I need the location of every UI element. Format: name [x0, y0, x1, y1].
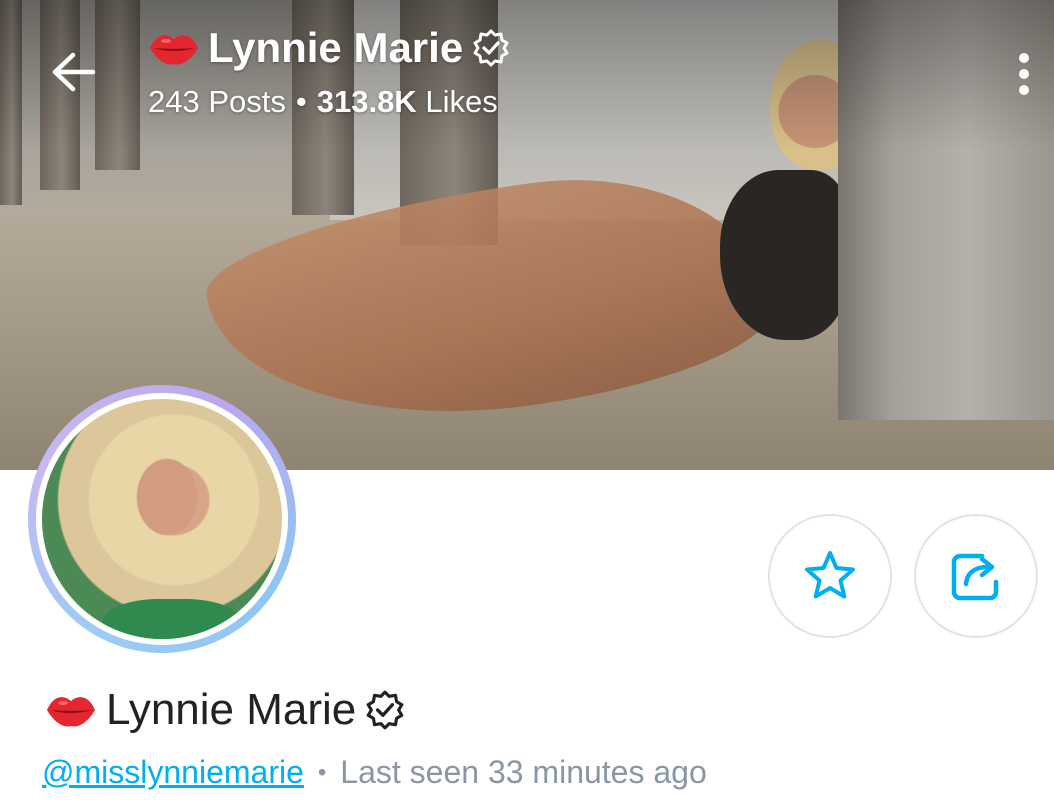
share-icon: [951, 553, 999, 601]
profile-handle-link[interactable]: @misslynniemarie: [42, 754, 304, 791]
meta-separator: •: [317, 758, 327, 786]
more-options-button[interactable]: [1004, 44, 1044, 104]
more-vertical-icon: [1019, 53, 1029, 95]
likes-label: Likes: [425, 84, 498, 119]
likes-count: 313.8K: [316, 84, 417, 119]
stats-separator: •: [295, 84, 307, 119]
lips-emoji-icon: [150, 35, 198, 65]
profile-meta: @misslynniemarie • Last seen 33 minutes …: [42, 754, 707, 791]
star-icon: [805, 551, 855, 599]
verified-badge-icon: [366, 690, 404, 730]
back-button[interactable]: [46, 46, 102, 98]
share-button[interactable]: [914, 514, 1038, 638]
avatar-top: [102, 599, 242, 639]
posts-count: 243 Posts: [148, 84, 286, 119]
profile-name-text: Lynnie Marie: [106, 685, 357, 734]
verified-badge-icon: [473, 29, 509, 67]
avatar[interactable]: [36, 393, 288, 645]
header-name-text: Lynnie Marie: [208, 24, 464, 71]
last-seen-text: Last seen 33 minutes ago: [340, 754, 707, 790]
header-title: Lynnie Marie: [148, 20, 511, 76]
avatar-face: [72, 417, 262, 617]
likes-stat: 313.8K Likes: [317, 84, 498, 120]
lips-emoji-icon: [47, 697, 95, 727]
profile-name: Lynnie Marie: [44, 682, 406, 738]
favorite-button[interactable]: [768, 514, 892, 638]
cover-figure-top: [720, 170, 850, 340]
arrow-left-icon: [52, 52, 96, 92]
header-stats: 243 Posts • 313.8K Likes: [148, 84, 498, 120]
